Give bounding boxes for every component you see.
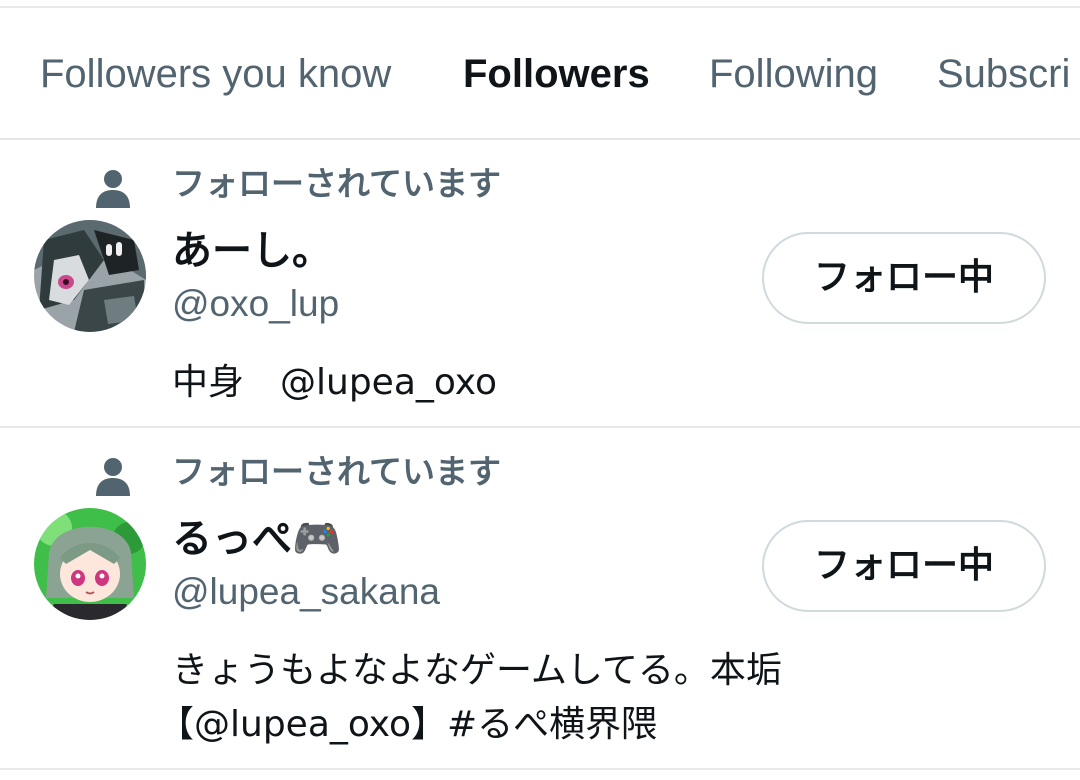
bio-line: 中身 @lupea_oxo bbox=[172, 362, 498, 403]
user-handle: @oxo_lup bbox=[172, 283, 340, 324]
user-handle: @lupea_sakana bbox=[172, 571, 440, 612]
person-icon bbox=[96, 170, 130, 208]
active-tab-indicator bbox=[440, 138, 685, 140]
person-icon bbox=[96, 458, 130, 496]
tab-bar: Followers you know Followers Following S… bbox=[0, 8, 1080, 140]
following-button[interactable]: フォロー中 bbox=[762, 232, 1046, 324]
user-bio: 中身 @lupea_oxo bbox=[172, 356, 1032, 410]
tab-followers-you-know[interactable]: Followers you know bbox=[40, 8, 391, 138]
tab-followers[interactable]: Followers bbox=[463, 8, 650, 138]
tab-following[interactable]: Following bbox=[709, 8, 878, 138]
display-name[interactable]: るっぺ🎮 bbox=[172, 514, 342, 564]
anime-avatar-green-icon bbox=[34, 508, 146, 620]
avatar[interactable] bbox=[34, 508, 146, 620]
follows-you-label: フォローされています bbox=[172, 452, 502, 491]
display-name[interactable]: あーし。 bbox=[172, 226, 332, 276]
bio-line: きょうもよなよなゲームしてる。本垢 bbox=[172, 650, 782, 691]
avatar[interactable] bbox=[34, 220, 146, 332]
following-button[interactable]: フォロー中 bbox=[762, 520, 1046, 612]
tab-subscriptions[interactable]: Subscri bbox=[937, 8, 1070, 138]
follows-you-label: フォローされています bbox=[172, 164, 502, 203]
user-cell[interactable]: フォローされています あーし。 @oxo_lup 中身 @lupea_oxo フ… bbox=[0, 142, 1080, 428]
anime-avatar-dark-icon bbox=[34, 220, 146, 332]
user-bio: きょうもよなよなゲームしてる。本垢 【@lupea_oxo】#るぺ横界隈 bbox=[158, 644, 1032, 752]
user-cell[interactable]: フォローされています るっぺ🎮 @lupea_sakana きょうもよなよなゲー… bbox=[0, 430, 1080, 770]
bio-line: 【@lupea_oxo】#るぺ横界隈 bbox=[158, 704, 658, 745]
